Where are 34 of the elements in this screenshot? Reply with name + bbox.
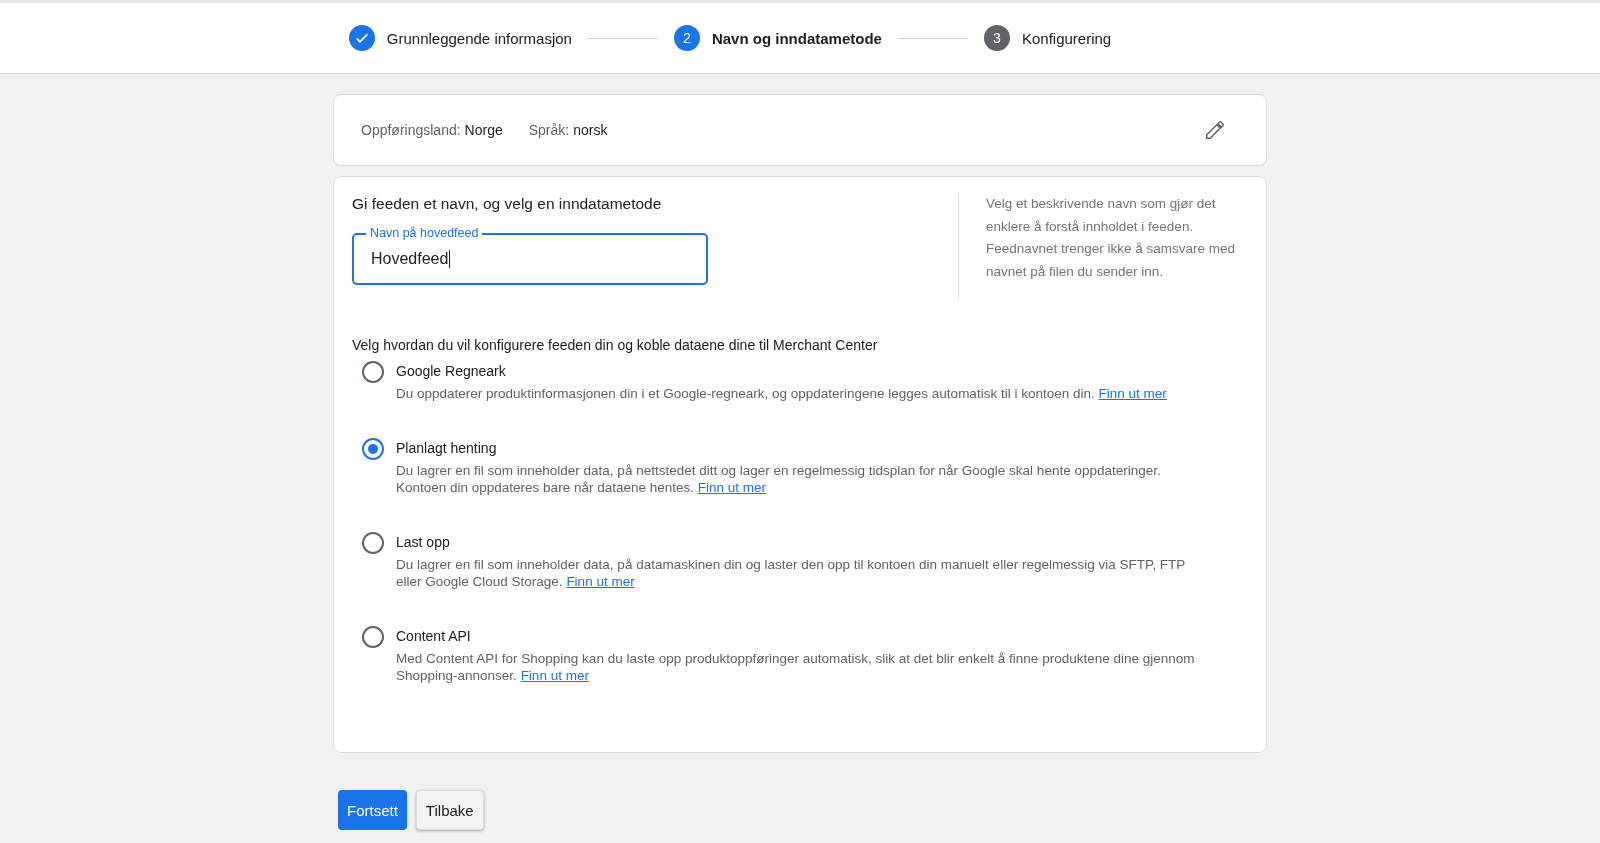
- learn-more-link[interactable]: Finn ut mer: [566, 574, 635, 589]
- radio-button[interactable]: [362, 532, 384, 554]
- step-number: 3: [983, 25, 1010, 51]
- field-value: Hovedfeed: [371, 250, 449, 268]
- section-title: Gi feeden et navn, og velg en inndatametode: [352, 195, 663, 213]
- continue-button[interactable]: Fortsett: [338, 790, 407, 830]
- option-description: Du lagrer en fil som inneholder data, på nettstedet ditt og lager en regelmessig tidsplan for når Google skal hente oppdateringer. Kontoen din oppdateres bare når dataene hentes. Finn ut mer: [396, 462, 1162, 496]
- summary-value: Norge: [464, 122, 503, 138]
- help-text: Velg et beskrivende navn som gjør det enklere å forstå innholdet i feeden. Feednavnet trenger ikke å samsvare med navnet på filen du sender inn.: [958, 193, 1248, 299]
- learn-more-link[interactable]: Finn ut mer: [1098, 386, 1167, 401]
- option-label: Content API: [396, 628, 472, 644]
- summary-label: Språk:: [528, 122, 570, 138]
- learn-more-link[interactable]: Finn ut mer: [697, 480, 767, 495]
- option-label: Planlagt henting: [396, 440, 498, 456]
- option-label: Google Regneark: [396, 363, 507, 379]
- summary-value: norsk: [573, 122, 608, 138]
- option-description: Du lagrer en fil som inneholder data, på datamaskinen din og laster den opp til kontoen din manuelt eller regelmessig via SFTP, FTP eller Google Cloud Storage. Finn ut mer: [396, 556, 1186, 590]
- step-number: 2: [673, 25, 700, 51]
- option-description: Med Content API for Shopping kan du laste opp produktoppføringer automatisk, slik at det blir enkelt å finne produktene dine gjennom Shopping-annonser. Finn ut mer: [396, 650, 1196, 684]
- step-label: Konfigurering: [1021, 29, 1112, 47]
- section-subtitle: Velg hvordan du vil konfigurere feeden din og koble dataene dine til Merchant Center: [352, 337, 879, 353]
- step-label: Navn og inndatametode: [711, 29, 882, 47]
- edit-pencil-icon[interactable]: [1204, 119, 1226, 141]
- step-label: Grunnleggende informasjon: [386, 29, 572, 47]
- check-icon: [348, 25, 375, 51]
- radio-button[interactable]: [362, 438, 384, 460]
- field-label: Navn på hovedfeed: [366, 226, 483, 240]
- back-button[interactable]: Tilbake: [415, 790, 484, 830]
- option-description: Du oppdaterer produktinformasjonen din i et Google-regneark, og oppdateringene legges automatisk til i kontoen din. Finn ut mer: [396, 385, 1168, 402]
- radio-button[interactable]: [362, 626, 384, 648]
- radio-button[interactable]: [362, 361, 384, 383]
- option-label: Last opp: [396, 534, 451, 550]
- summary-label: Oppføringsland:: [361, 122, 461, 138]
- learn-more-link[interactable]: Finn ut mer: [520, 668, 589, 683]
